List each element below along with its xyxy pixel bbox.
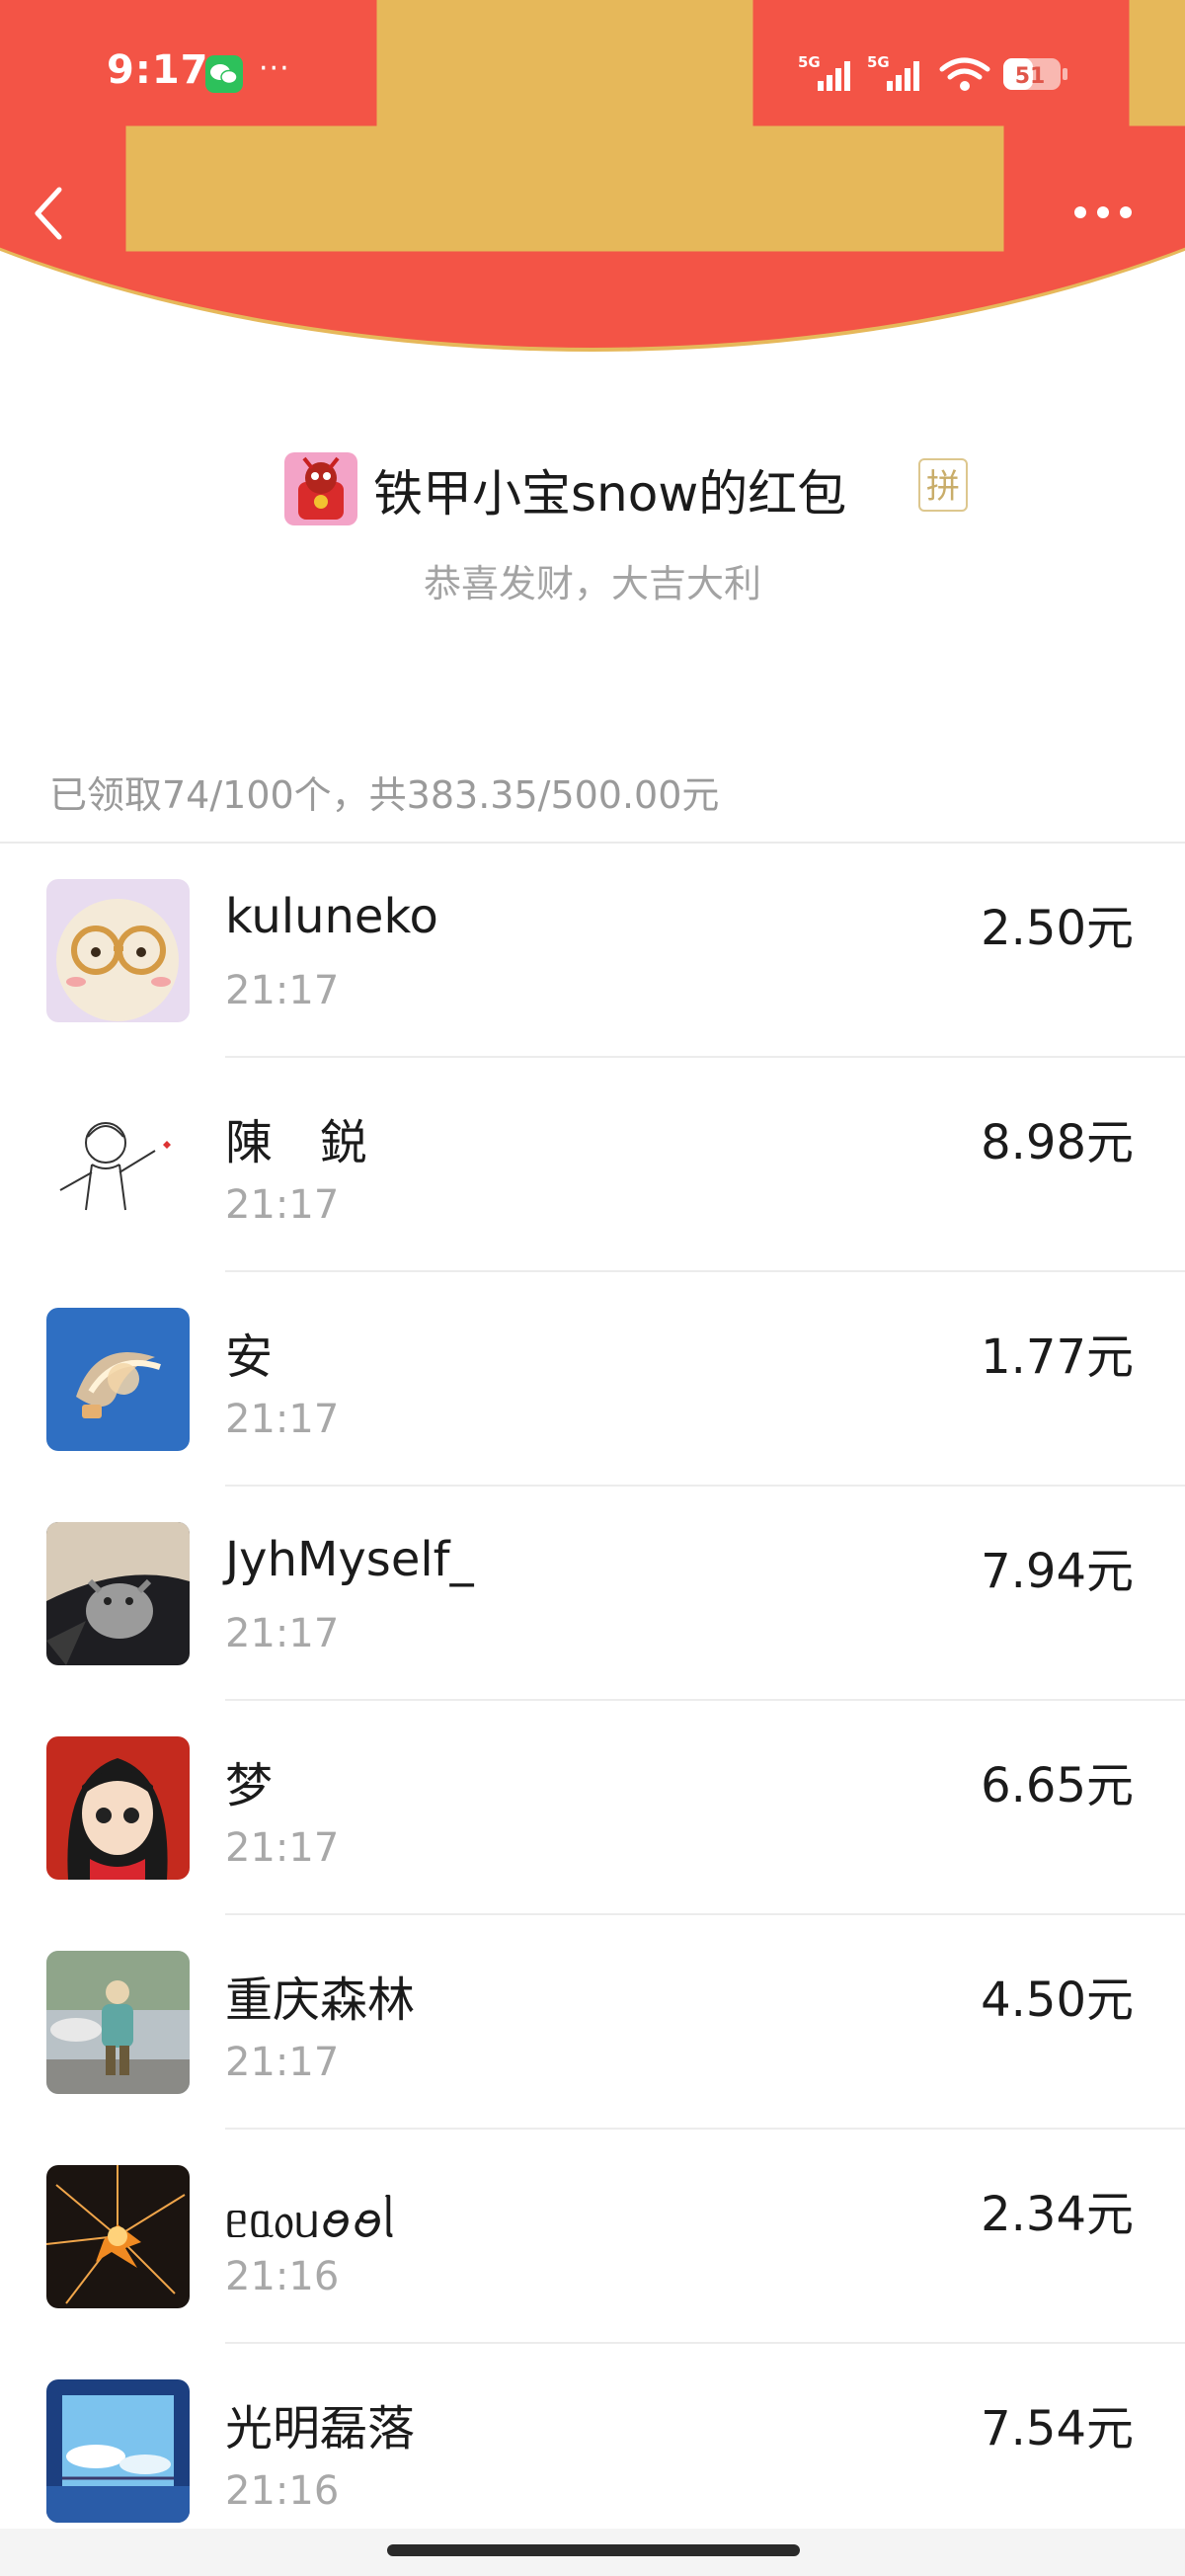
blessing-text: 恭喜发财，大吉大利 [423,562,761,605]
claim-time: 21:17 [225,2040,340,2085]
claim-amount: 7.94元 [981,1544,1134,1599]
claim-amount: 7.54元 [981,2401,1134,2456]
list-item[interactable]: 陳 鋭 21:17 8.98元 [0,1058,1185,1272]
more-dots-icon [1074,206,1132,218]
wifi-icon [938,55,993,95]
status-bar: 9:17 ··· 5G 5G 51 [0,47,1185,107]
claim-time: 21:17 [225,1825,340,1871]
signal-1-label: 5G [798,53,821,71]
battery-level: 51 [1015,64,1046,89]
claimer-name: JyhMyself_ [225,1532,474,1587]
list-item[interactable]: 梦 21:17 6.65元 [0,1701,1185,1915]
claim-time: 21:16 [225,2468,340,2514]
status-time: 9:17 [107,47,209,93]
avatar[interactable] [46,1736,190,1880]
back-button[interactable] [30,184,69,243]
claim-time: 21:17 [225,1611,340,1656]
signal-2-label: 5G [867,53,890,71]
claimer-name: 梦 [225,1758,274,1813]
avatar[interactable] [46,2379,190,2523]
chevron-left-icon [35,187,62,240]
claim-time: 21:17 [225,1182,340,1228]
more-menu-button[interactable] [1072,198,1134,227]
list-item[interactable]: 重庆森林 21:17 4.50元 [0,1915,1185,2130]
avatar[interactable] [46,1951,190,2094]
list-item[interactable]: 安 21:17 1.77元 [0,1272,1185,1487]
claimer-name: kuluneko [225,889,438,944]
group-packet-badge: 拼 [918,458,968,512]
status-more-icon: ··· [259,51,290,86]
list-item[interactable]: 光明磊落 21:16 7.54元 [0,2344,1185,2558]
sender-info: 铁甲小宝snow的红包 拼 [0,450,1185,525]
avatar[interactable] [46,2165,190,2308]
claim-summary: 已领取74/100个，共383.35/500.00元 [49,773,720,817]
claimer-name: 陳 鋭 [225,1115,368,1170]
claim-time: 21:16 [225,2254,340,2299]
claimer-name: 光明磊落 [225,2401,416,2456]
claim-time: 21:17 [225,968,340,1013]
sender-name: 铁甲小宝snow的红包 [373,465,847,523]
battery-icon: 51 [1002,56,1069,92]
claim-list: kuluneko 21:17 2.50元 陳 鋭 21:17 8.98元 安 2… [0,844,1185,2558]
avatar[interactable] [46,1522,190,1665]
claim-amount: 8.98元 [981,1115,1134,1170]
claimer-name: 安 [225,1329,274,1385]
list-item[interactable]: kuluneko 21:17 2.50元 [0,844,1185,1058]
list-item[interactable]: JyhMyself_ 21:17 7.94元 [0,1487,1185,1701]
wechat-icon [205,55,243,93]
sender-avatar[interactable] [284,452,357,525]
list-item[interactable]: ᥱᥲ᥆ᥙꪮꪮᥣ 21:16 2.34元 [0,2130,1185,2344]
signal-5g-icon: 5G [798,53,855,93]
avatar[interactable] [46,879,190,1022]
claim-amount: 6.65元 [981,1758,1134,1813]
signal-5g-icon-2: 5G [867,53,924,93]
claim-amount: 2.34元 [981,2187,1134,2242]
claimer-name: 重庆森林 [225,1972,416,2028]
claim-time: 21:17 [225,1397,340,1442]
home-indicator[interactable] [387,2544,800,2556]
claim-amount: 2.50元 [981,901,1134,956]
avatar[interactable] [46,1308,190,1451]
claim-amount: 1.77元 [981,1329,1134,1385]
avatar[interactable] [46,1093,190,1237]
claim-amount: 4.50元 [981,1972,1134,2028]
